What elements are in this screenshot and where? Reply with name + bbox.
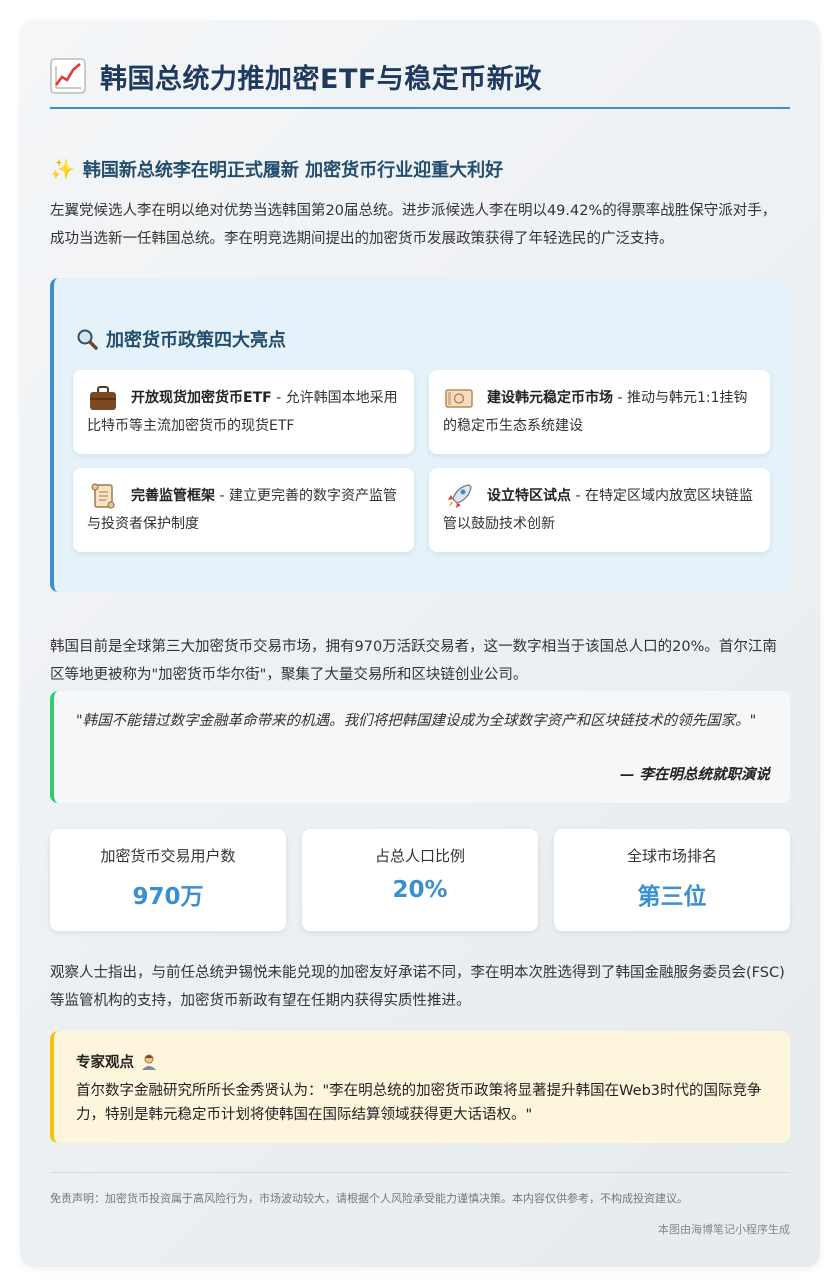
stat-label: 全球市场排名 — [626, 847, 717, 865]
highlights-title-text: 加密货币政策四大亮点 — [106, 330, 286, 351]
expert-box: 专家观点 首尔数字金融研究所所长金秀贤认为："李在明总统的加密货币政策将显著提升… — [50, 1031, 790, 1143]
quote-text: "韩国不能错过数字金融革命带来的机遇。我们将把韩国建设成为全球数字资产和区块链技… — [76, 713, 757, 729]
intro-paragraph: 左翼党候选人李在明以绝对优势当选韩国第20届总统。进步派候选人李在明以49.42… — [50, 203, 777, 247]
quote-source: — 李在明总统就职演说 — [619, 767, 770, 783]
highlight-item-title: 开放现货加密货币ETF — [131, 390, 272, 406]
section-heading-text: 韩国新总统李在明正式履新 加密货币行业迎重大利好 — [82, 160, 504, 181]
rocket-icon — [448, 484, 472, 508]
footer-credit: 本图由海博笔记小程序生成 — [658, 1223, 790, 1236]
stat-value: 第三位 — [637, 884, 707, 910]
chart-increasing-icon — [50, 58, 86, 94]
stat-card: 全球市场排名 第三位 — [554, 829, 790, 931]
footer-divider — [50, 1172, 790, 1173]
magnifier-icon — [77, 329, 98, 350]
page-title: 韩国总统力推加密ETF与稳定币新政 — [100, 63, 542, 95]
stat-label: 占总人口比例 — [374, 847, 465, 865]
highlight-item-title: 建设韩元稳定币市场 — [487, 390, 613, 406]
market-paragraph: 韩国目前是全球第三大加密货币交易市场，拥有970万活跃交易者，这一数字相当于该国… — [50, 639, 777, 683]
highlight-item: 建设韩元稳定币市场 - 推动与韩元1:1挂钩的稳定币生态系统建设 — [429, 370, 770, 454]
section-heading: ✨ 韩国新总统李在明正式履新 加密货币行业迎重大利好 — [50, 156, 503, 182]
expert-title-text: 专家观点 — [76, 1055, 134, 1071]
observer-paragraph: 观察人士指出，与前任总统尹锡悦未能兑现的加密友好承诺不同，李在明本次胜选得到了韩… — [50, 965, 785, 1009]
stat-label: 加密货币交易用户数 — [100, 847, 236, 865]
highlight-item: 开放现货加密货币ETF - 允许韩国本地采用比特币等主流加密货币的现货ETF — [73, 370, 414, 454]
title-row: 韩国总统力推加密ETF与稳定币新政 — [50, 54, 542, 98]
expert-text: 首尔数字金融研究所所长金秀贤认为："李在明总统的加密货币政策将显著提升韩国在We… — [76, 1083, 762, 1123]
sparkles-icon: ✨ — [50, 157, 75, 181]
stat-card: 加密货币交易用户数 970万 — [50, 829, 286, 931]
expert-title: 专家观点 — [76, 1051, 158, 1072]
article-card: 韩国总统力推加密ETF与稳定币新政 ✨ 韩国新总统李在明正式履新 加密货币行业迎… — [20, 20, 820, 1267]
highlights-title: 加密货币政策四大亮点 — [76, 326, 286, 352]
briefcase-icon — [90, 386, 116, 410]
stat-value: 970万 — [132, 884, 204, 910]
disclaimer: 免责声明：加密货币投资属于高风险行为，市场波动较大，请根据个人风险承受能力谨慎决… — [50, 1192, 688, 1205]
highlight-item: 完善监管框架 - 建立更完善的数字资产监管与投资者保护制度 — [73, 468, 414, 552]
scroll-icon — [91, 483, 115, 509]
title-divider — [50, 107, 790, 109]
highlight-item-title: 完善监管框架 — [131, 488, 215, 504]
stat-value: 20% — [392, 877, 448, 903]
stat-card: 占总人口比例 20% — [302, 829, 538, 931]
highlight-item-title: 设立特区试点 — [487, 488, 571, 504]
highlights-box: 加密货币政策四大亮点 开放现货加密货币ETF - 允许韩国本地采用比特币等主流加… — [50, 278, 790, 592]
banknote-icon — [445, 389, 473, 408]
person-icon — [142, 1054, 156, 1070]
highlight-item: 设立特区试点 - 在特定区域内放宽区块链监管以鼓励技术创新 — [429, 468, 770, 552]
quote-box: "韩国不能错过数字金融革命带来的机遇。我们将把韩国建设成为全球数字资产和区块链技… — [50, 691, 790, 803]
